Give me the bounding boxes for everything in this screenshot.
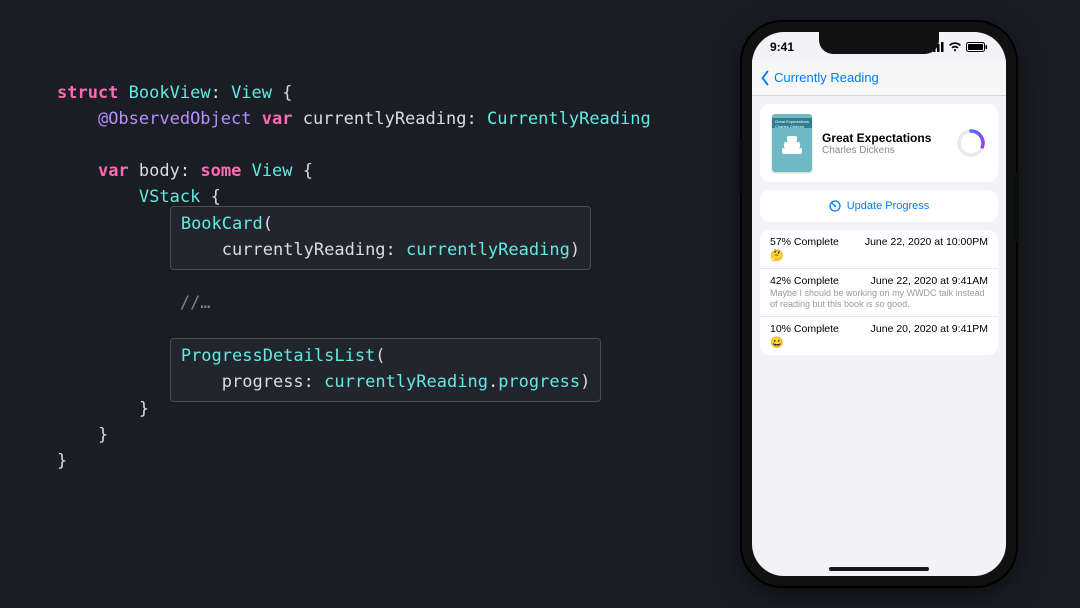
book-info: Great Expectations Charles Dickens [822, 131, 931, 156]
iphone-screen: 9:41 Currently Reading Great Expectation… [752, 32, 1006, 576]
progress-date: June 22, 2020 at 10:00PM [865, 236, 988, 248]
iphone-frame: 9:41 Currently Reading Great Expectation… [742, 22, 1016, 586]
nav-back-label: Currently Reading [774, 70, 879, 85]
arg-recv: currentlyReading [324, 372, 488, 392]
kw-var: var [262, 109, 293, 129]
progress-date: June 20, 2020 at 9:41PM [871, 323, 988, 335]
book-card[interactable]: Great Expectations Charles Dickens Great… [760, 104, 998, 182]
code-block: struct BookView: View { @ObservedObject … [57, 54, 651, 474]
book-cover: Great Expectations Charles Dickens [772, 114, 812, 172]
type-currentlyreading: CurrentlyReading [487, 109, 651, 129]
progress-emoji: 😀 [770, 336, 988, 349]
book-author: Charles Dickens [822, 145, 931, 156]
gauge-icon [829, 200, 841, 212]
book-title: Great Expectations [822, 131, 931, 145]
progress-emoji: 🤔 [770, 249, 988, 262]
call-bookcard: BookCard [181, 214, 263, 234]
kw-some: some [200, 161, 241, 181]
update-progress-button[interactable]: Update Progress [760, 190, 998, 222]
wifi-icon [948, 42, 962, 52]
proto-view: View [231, 83, 272, 103]
highlight-bookcard: BookCard( currentlyReading: currentlyRea… [170, 206, 591, 270]
update-progress-label: Update Progress [847, 200, 930, 212]
notch [819, 32, 939, 54]
progress-ring-icon [956, 128, 986, 158]
arg-prop: progress [498, 372, 580, 392]
battery-icon [966, 42, 988, 52]
arg-value: currentlyReading [406, 240, 570, 260]
progress-pct: 57% Complete [770, 236, 839, 248]
type-view2: View [252, 161, 293, 181]
screen-content: Great Expectations Charles Dickens Great… [752, 96, 1006, 576]
progress-date: June 22, 2020 at 9:41AM [871, 275, 988, 287]
vstack: VStack [139, 187, 200, 207]
call-progressdetails: ProgressDetailsList [181, 346, 375, 366]
progress-pct: 10% Complete [770, 323, 839, 335]
nav-bar[interactable]: Currently Reading [752, 60, 1006, 96]
progress-pct: 42% Complete [770, 275, 839, 287]
attr-observedobject: @ObservedObject [98, 109, 252, 129]
highlight-progressdetails: ProgressDetailsList( progress: currently… [170, 338, 602, 402]
arg-label2: progress [222, 372, 304, 392]
presentation-slide: struct BookView: View { @ObservedObject … [0, 0, 1080, 608]
kw-struct: struct [57, 83, 118, 103]
var-body: body [139, 161, 180, 181]
type-bookview: BookView [129, 83, 211, 103]
progress-list: 57% Complete June 22, 2020 at 10:00PM 🤔 4… [760, 230, 998, 355]
progress-note: Maybe I should be working on my WWDC tal… [770, 288, 988, 310]
chevron-left-icon [758, 70, 772, 86]
list-item[interactable]: 57% Complete June 22, 2020 at 10:00PM 🤔 [760, 230, 998, 269]
list-item[interactable]: 10% Complete June 20, 2020 at 9:41PM 😀 [760, 317, 998, 355]
status-time: 9:41 [770, 40, 794, 54]
arg-label: currentlyReading [222, 240, 386, 260]
home-indicator[interactable] [829, 567, 929, 571]
comment: //… [180, 293, 211, 313]
var-name: currentlyReading [303, 109, 467, 129]
kw-var2: var [98, 161, 129, 181]
list-item[interactable]: 42% Complete June 22, 2020 at 9:41AM Mayb… [760, 269, 998, 317]
